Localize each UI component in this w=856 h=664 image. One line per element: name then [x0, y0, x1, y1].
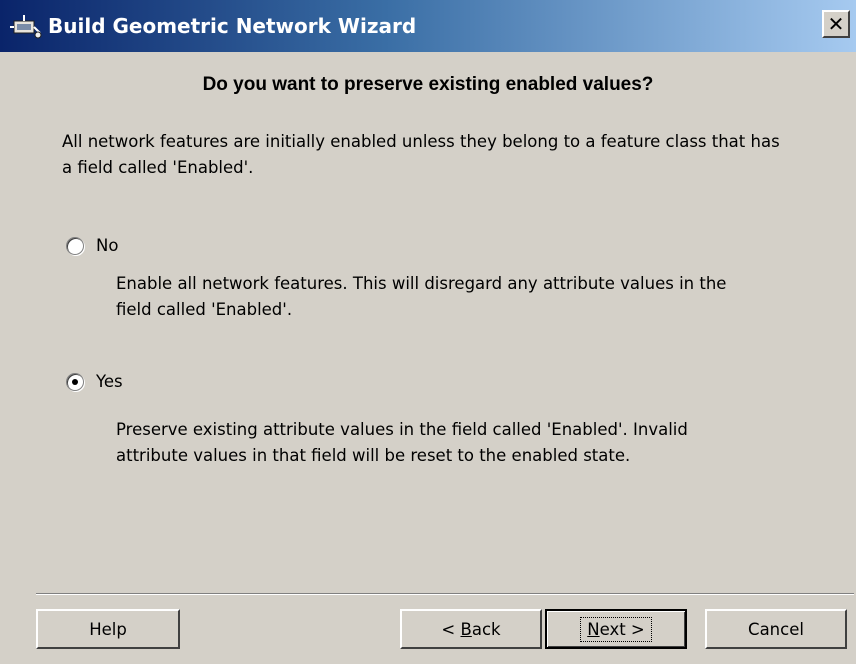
wizard-window: Build Geometric Network Wizard ✕ Do you …	[0, 0, 856, 664]
network-wizard-icon	[10, 15, 42, 39]
intro-description: All network features are initially enabl…	[62, 132, 780, 177]
option-no-label: No	[96, 236, 119, 255]
next-button-label: Next >	[580, 616, 652, 642]
next-button[interactable]: Next >	[545, 609, 687, 649]
back-prefix: <	[441, 619, 461, 639]
option-yes-description: Preserve existing attribute values in th…	[116, 420, 688, 465]
cancel-button[interactable]: Cancel	[705, 609, 847, 649]
back-accelerator: B	[460, 619, 472, 639]
button-separator	[36, 593, 854, 595]
cancel-button-label: Cancel	[748, 619, 804, 639]
window-title: Build Geometric Network Wizard	[48, 14, 417, 38]
close-button[interactable]: ✕	[822, 10, 850, 38]
back-button-label: < Back	[441, 620, 500, 639]
help-button-label: Help	[89, 619, 127, 639]
back-rest: ack	[471, 619, 501, 639]
back-button[interactable]: < Back	[400, 609, 542, 649]
help-button[interactable]: Help	[36, 609, 180, 649]
radio-no[interactable]	[66, 236, 84, 255]
radio-selected-dot	[72, 378, 78, 385]
option-yes-label: Yes	[96, 372, 123, 391]
page-heading: Do you want to preserve existing enabled…	[202, 74, 654, 95]
close-icon: ✕	[827, 12, 845, 36]
radio-yes[interactable]	[66, 372, 84, 391]
option-no-description: Enable all network features. This will d…	[116, 274, 727, 319]
title-bar[interactable]: Build Geometric Network Wizard ✕	[0, 0, 856, 52]
option-no[interactable]: No	[66, 236, 118, 255]
next-accelerator: N	[587, 619, 600, 639]
next-rest: ext >	[599, 619, 645, 639]
option-yes[interactable]: Yes	[66, 372, 123, 391]
